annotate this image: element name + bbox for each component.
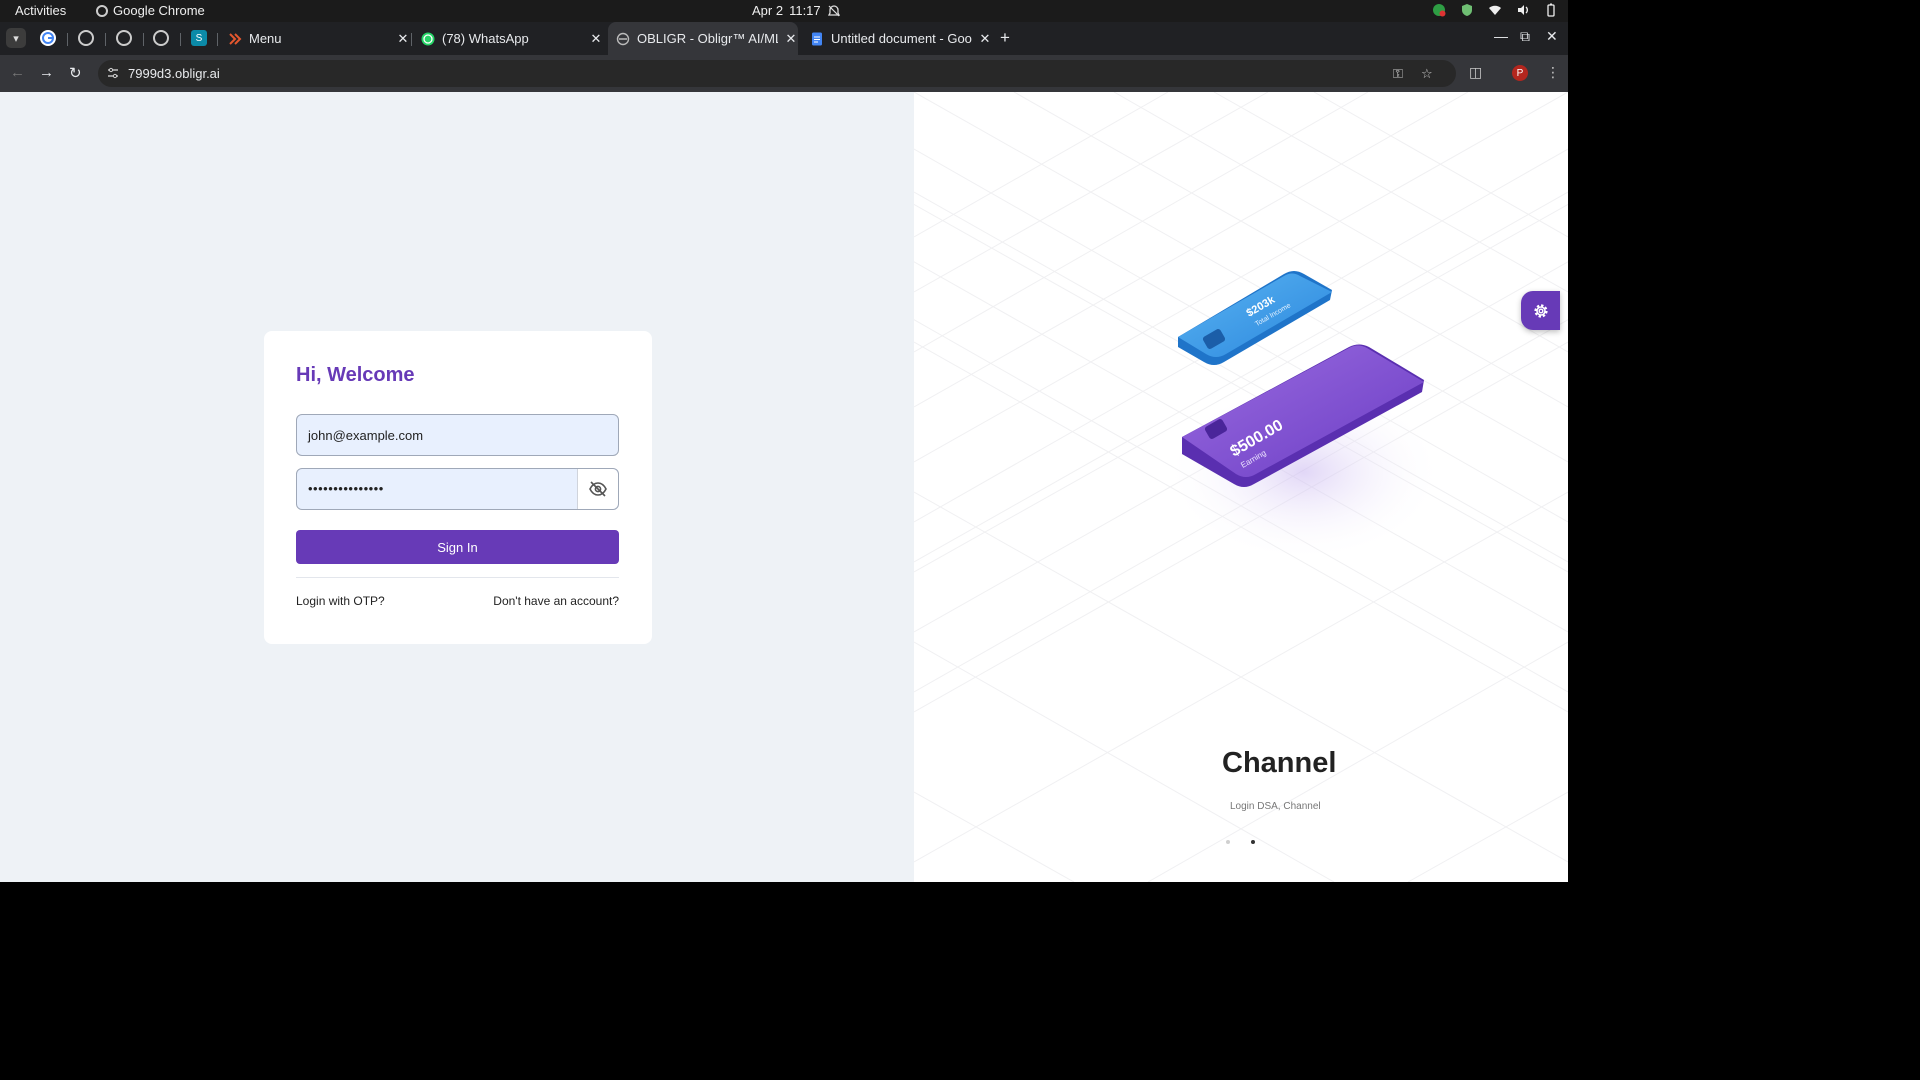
google-icon <box>42 32 54 44</box>
restore-icon: ⧉ <box>1520 28 1530 44</box>
google-docs-favicon <box>812 32 822 45</box>
update-icon <box>1433 4 1446 17</box>
carousel-dot-1[interactable] <box>1226 840 1230 844</box>
password-value: ••••••••••••••• <box>308 481 384 496</box>
tab-menu[interactable]: Menu ✕ <box>220 22 410 55</box>
bookmark-star-icon[interactable]: ☆ <box>1421 66 1433 82</box>
password-key-icon[interactable]: ⚿ <box>1393 66 1403 82</box>
tab-google-docs[interactable]: Untitled document - Goo ✕ <box>802 22 992 55</box>
forward-button[interactable]: → <box>39 64 54 81</box>
signup-link[interactable]: Don't have an account? <box>493 594 619 608</box>
shield-icon <box>1462 4 1472 16</box>
email-field[interactable]: john@example.com <box>296 414 619 456</box>
new-tab-button[interactable]: + <box>1000 28 1010 48</box>
back-button[interactable]: ← <box>10 64 25 81</box>
app-name: Google Chrome <box>113 3 205 18</box>
plus-icon: + <box>1000 28 1010 47</box>
password-field[interactable]: ••••••••••••••• <box>296 468 619 510</box>
tab-search-button[interactable]: ▾ <box>6 28 26 48</box>
settings-fab[interactable] <box>1521 291 1560 330</box>
tab-title: OBLIGR - Obligr™ AI/ML <box>637 31 778 46</box>
tab-whatsapp[interactable]: (78) WhatsApp ✕ <box>413 22 603 55</box>
close-icon: ✕ <box>1546 28 1558 44</box>
s-app-icon: S <box>195 32 203 44</box>
close-icon[interactable]: ✕ <box>396 31 410 47</box>
system-tray[interactable] <box>1432 3 1558 17</box>
carousel-dot-2[interactable] <box>1251 840 1255 844</box>
tab-title: Menu <box>249 31 282 46</box>
site-settings-icon[interactable] <box>107 67 119 79</box>
pinned-tab-google[interactable] <box>40 30 56 46</box>
tab-title: (78) WhatsApp <box>442 31 529 46</box>
battery-icon <box>1547 3 1555 17</box>
activities-button[interactable]: Activities <box>15 3 66 18</box>
system-top-bar: Activities Google Chrome Apr 2 11:17 <box>0 0 1568 22</box>
tab-obligr[interactable]: OBLIGR - Obligr™ AI/ML ✕ <box>608 22 798 55</box>
email-value: john@example.com <box>308 428 424 443</box>
eye-off-icon <box>589 481 607 497</box>
welcome-heading: Hi, Welcome <box>296 364 415 386</box>
time: 11:17 <box>789 3 821 18</box>
restore-button[interactable]: ⧉ <box>1520 28 1530 45</box>
tab-title: Untitled document - Goo <box>831 31 972 46</box>
arrow-left-icon: ← <box>10 64 25 81</box>
extensions-icon[interactable]: ◫ <box>1469 64 1482 81</box>
page-content: Hi, Welcome john@example.com •••••••••••… <box>0 92 1568 882</box>
whatsapp-favicon <box>421 32 435 45</box>
pinned-tab-globe-1[interactable] <box>78 30 94 46</box>
obligr-favicon <box>616 32 630 45</box>
wifi-icon <box>1489 5 1501 15</box>
chevron-down-icon: ▾ <box>13 32 19 45</box>
address-bar[interactable]: 7999d3.obligr.ai ⚿ ☆ <box>98 60 1456 87</box>
browser-toolbar: ← → ↻ 7999d3.obligr.ai ⚿ ☆ ◫ P ⋮ <box>0 55 1568 92</box>
alarm-icon <box>827 4 840 16</box>
menu-favicon <box>229 32 242 45</box>
gear-icon <box>1533 303 1548 318</box>
close-icon[interactable]: ✕ <box>589 31 603 47</box>
login-card: Hi, Welcome john@example.com •••••••••••… <box>264 331 652 644</box>
login-pane: Hi, Welcome john@example.com •••••••••••… <box>0 92 914 882</box>
kebab-menu-icon[interactable]: ⋮ <box>1546 64 1560 81</box>
carousel-subtitle: Login DSA, Channel <box>1230 801 1321 812</box>
pinned-tab-globe-2[interactable] <box>116 30 132 46</box>
close-window-button[interactable]: ✕ <box>1546 28 1558 45</box>
pinned-tab-globe-3[interactable] <box>153 30 169 46</box>
minimize-icon: — <box>1494 28 1508 44</box>
clock[interactable]: Apr 2 11:17 <box>752 3 841 18</box>
finance-cards-illustration: $203k Total Income $500.00 Earning <box>1164 271 1444 562</box>
url-text: 7999d3.obligr.ai <box>128 66 220 81</box>
chrome-icon <box>96 4 108 17</box>
reload-icon: ↻ <box>69 65 82 82</box>
tab-strip: ▾ S Menu ✕ (78) WhatsApp ✕ OBLIGR - Obli… <box>0 22 1568 55</box>
close-icon[interactable]: ✕ <box>978 31 992 47</box>
volume-icon <box>1518 5 1528 15</box>
date: Apr 2 <box>752 3 784 18</box>
reload-button[interactable]: ↻ <box>69 64 82 82</box>
divider <box>296 577 619 578</box>
toggle-password-visibility-button[interactable] <box>577 469 618 509</box>
carousel-title: Channel <box>1222 747 1337 779</box>
pinned-tab-s[interactable]: S <box>191 30 207 46</box>
arrow-right-icon: → <box>39 64 54 81</box>
minimize-button[interactable]: — <box>1494 28 1508 44</box>
close-icon[interactable]: ✕ <box>784 31 798 47</box>
app-menu[interactable]: Google Chrome <box>96 3 205 18</box>
promo-pane: $203k Total Income $500.00 Earning Chann… <box>914 92 1568 882</box>
login-with-otp-link[interactable]: Login with OTP? <box>296 594 385 608</box>
profile-avatar[interactable]: P <box>1512 65 1528 81</box>
sign-in-button[interactable]: Sign In <box>296 530 619 564</box>
